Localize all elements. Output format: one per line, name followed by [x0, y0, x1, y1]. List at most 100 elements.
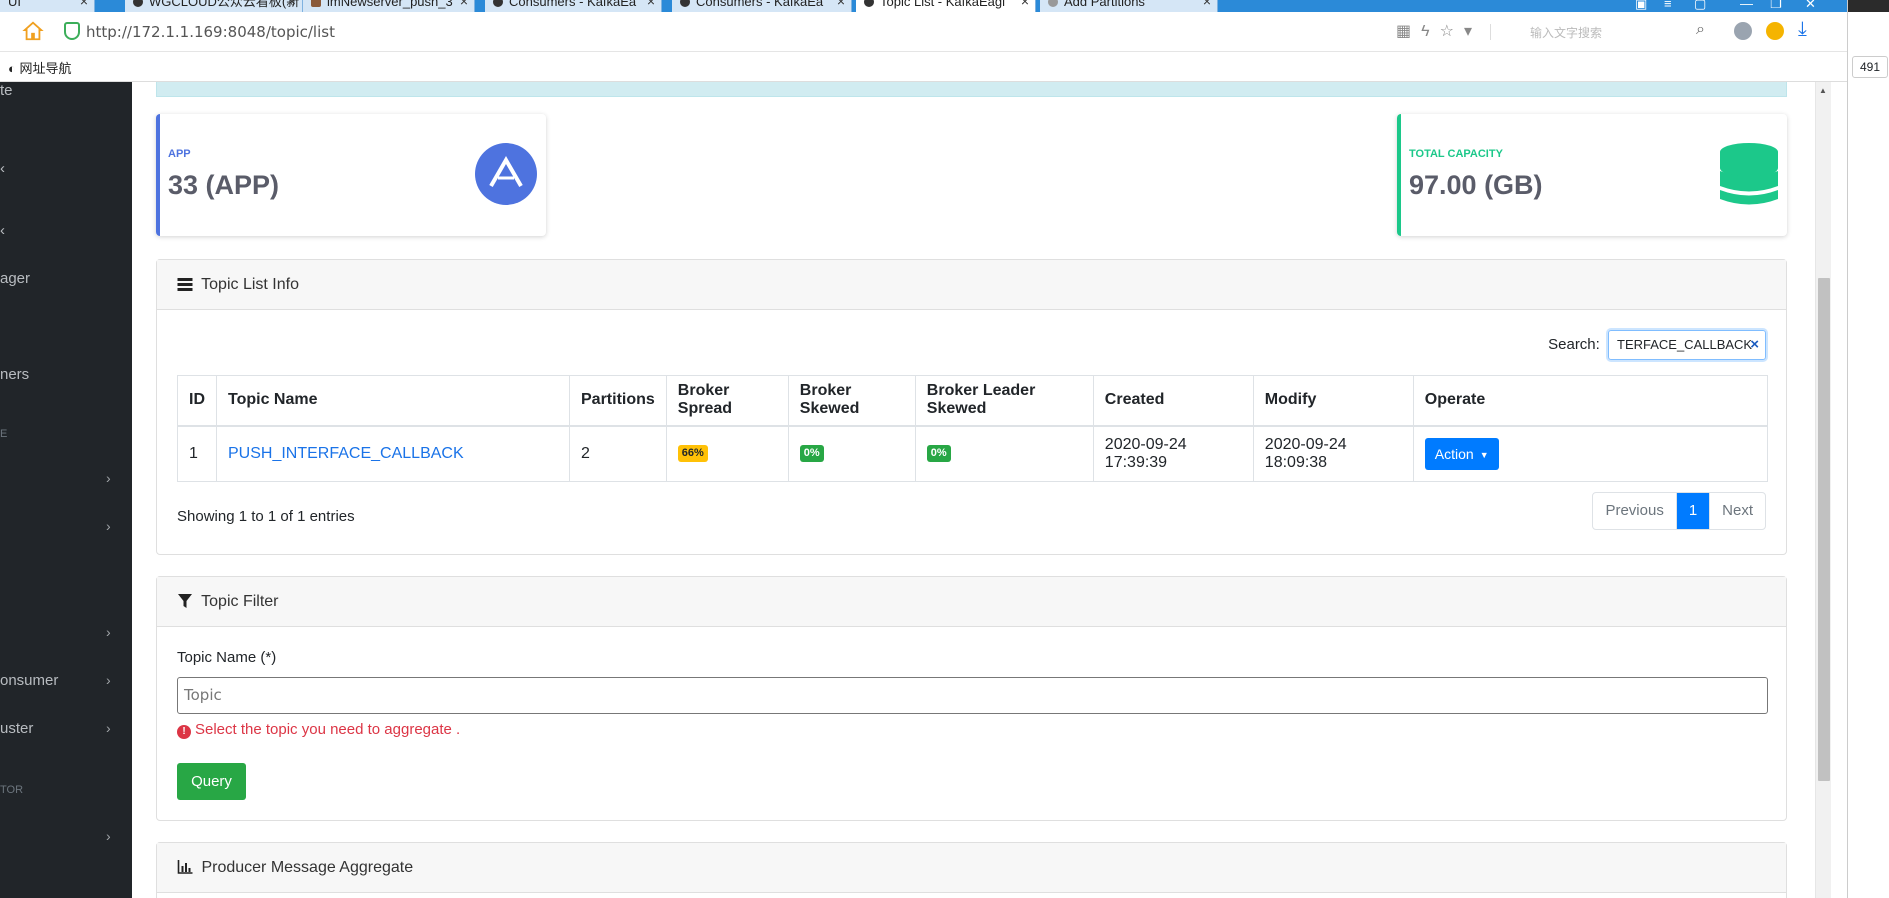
sidebar-item[interactable]: ager	[0, 270, 132, 287]
sidebar-item[interactable]: ners	[0, 366, 132, 383]
restore-icon[interactable]: ❐	[1770, 0, 1782, 12]
column-header[interactable]: Created	[1092, 375, 1254, 427]
sidebar-item[interactable]: te	[0, 82, 132, 99]
panel-header: Topic Filter	[157, 577, 1786, 627]
home-icon[interactable]	[22, 20, 44, 42]
column-header[interactable]: Topic Name	[216, 375, 570, 427]
topic-filter-panel: Topic Filter Topic Name (*) Topic ! Selec…	[156, 576, 1787, 821]
table-icon	[177, 278, 193, 291]
action-dropdown-button[interactable]: Action ▼	[1424, 437, 1499, 470]
sidebar-heading: TOR	[0, 784, 24, 796]
topic-input[interactable]: Topic	[177, 677, 1768, 714]
page-scrollbar[interactable]: ▲	[1815, 82, 1831, 898]
chevron-right-icon: ›	[106, 672, 111, 688]
database-icon	[1720, 143, 1778, 205]
close-icon[interactable]: ×	[80, 0, 88, 10]
count-badge: 491	[1852, 56, 1888, 78]
column-header[interactable]: Broker Spread	[665, 375, 789, 427]
column-header[interactable]: Broker Skewed	[787, 375, 916, 427]
clear-icon[interactable]: ×	[1750, 331, 1759, 359]
table-search: Search: TERFACE_CALLBACK ×	[1548, 330, 1766, 360]
sidebar-item-cluster[interactable]: uster ›	[0, 720, 132, 737]
close-icon[interactable]: ×	[460, 0, 468, 10]
page-1-button[interactable]: 1	[1676, 493, 1711, 529]
sidebar-item-consumer[interactable]: onsumer ›	[0, 672, 132, 689]
cell-modify: 2020-09-24 18:09:38	[1252, 425, 1414, 482]
chevron-right-icon: ›	[106, 624, 111, 640]
topic-link[interactable]: PUSH_INTERFACE_CALLBACK	[228, 445, 464, 462]
query-button[interactable]: Query	[177, 763, 246, 800]
site-favicon-icon	[1048, 0, 1058, 7]
window-close-icon[interactable]: ✕	[1805, 0, 1816, 12]
column-header[interactable]: ID	[177, 375, 217, 427]
url-field[interactable]: http://172.1.1.169:8048/topic/list	[86, 23, 335, 41]
stat-label: TOTAL CAPACITY	[1409, 148, 1503, 160]
side-panel-strip: 491	[1847, 0, 1889, 898]
topic-table: ID Topic Name Partitions Broker Spread B…	[177, 375, 1769, 482]
secure-shield-icon	[64, 22, 80, 40]
column-header[interactable]: Partitions	[569, 375, 667, 427]
browser-tab[interactable]: Add Partitions ×	[1040, 0, 1218, 12]
close-icon[interactable]: ×	[1203, 0, 1211, 10]
sidebar-heading: E	[0, 428, 8, 440]
column-header[interactable]: Broker Leader Skewed	[914, 375, 1094, 427]
status-badge: 0%	[926, 445, 951, 463]
browser-tab-active[interactable]: Topic List - KafkaEagl ×	[856, 0, 1036, 12]
column-header[interactable]: Modify	[1252, 375, 1414, 427]
site-favicon-icon	[493, 0, 503, 7]
pagination: Previous 1 Next	[1592, 492, 1766, 530]
chevron-left-icon: ‹	[0, 222, 5, 239]
table-info: Showing 1 to 1 of 1 entries	[177, 508, 355, 525]
chevron-left-icon: ‹	[0, 160, 5, 177]
status-badge: 0%	[799, 445, 824, 463]
extension-icon[interactable]	[1734, 22, 1752, 40]
scrollbar-thumb[interactable]	[1818, 278, 1830, 781]
table-row: 1 PUSH_INTERFACE_CALLBACK 2 66% 0% 0% 20…	[177, 425, 1769, 482]
chevron-right-icon: ›	[106, 518, 111, 534]
stat-value: 33 (APP)	[168, 170, 280, 200]
browser-tab[interactable]: WGCLOUD公众云看板(新 ×	[125, 0, 303, 12]
globe-icon: ◐	[8, 61, 16, 76]
browser-tab[interactable]: Consumers - KafkaEa ×	[485, 0, 662, 12]
cell-broker-leader-skewed: 0%	[914, 425, 1094, 482]
qr-code-icon[interactable]: ▦	[1396, 23, 1421, 40]
sidebar-item[interactable]: ‹	[0, 160, 132, 177]
window-pin-icon[interactable]: ▣	[1635, 0, 1647, 12]
close-icon[interactable]: ×	[288, 0, 296, 10]
lightning-icon[interactable]: ϟ	[1421, 23, 1439, 40]
exclamation-icon: !	[177, 725, 191, 739]
skin-icon[interactable]: ▢	[1694, 0, 1706, 12]
panel-title: Topic List Info	[201, 276, 299, 293]
chat-icon[interactable]	[1766, 22, 1784, 40]
sidebar-item[interactable]: ‹	[0, 222, 132, 239]
browser-tab[interactable]: UI ×	[0, 0, 95, 12]
sidebar: te ‹ ‹ ager ners E › › › onsumer › uster ›…	[0, 82, 132, 898]
browser-tab[interactable]: Consumers - KafkaEa ×	[672, 0, 852, 12]
capacity-stat-card: TOTAL CAPACITY 97.00 (GB)	[1397, 114, 1787, 236]
browser-tab[interactable]: imNewserver_push_3 ×	[303, 0, 475, 12]
search-icon[interactable]: ⌕	[1696, 21, 1705, 39]
next-page-button[interactable]: Next	[1710, 493, 1765, 529]
scroll-up-icon[interactable]: ▲	[1819, 86, 1827, 95]
chevron-down-icon[interactable]: ▾	[1464, 23, 1482, 40]
panel-header: Topic List Info	[157, 260, 1786, 310]
download-icon[interactable]: ⤓	[1798, 18, 1807, 41]
search-input[interactable]: TERFACE_CALLBACK ×	[1608, 330, 1766, 360]
bookmark-nav[interactable]: ◐ 网址导航	[8, 58, 72, 77]
star-icon[interactable]: ☆	[1440, 23, 1464, 40]
close-icon[interactable]: ×	[837, 0, 845, 10]
column-header: Operate	[1412, 375, 1769, 427]
cell-partitions: 2	[569, 425, 667, 482]
status-badge: 66%	[677, 445, 708, 463]
close-icon[interactable]: ×	[647, 0, 655, 10]
previous-page-button[interactable]: Previous	[1593, 493, 1677, 529]
close-icon[interactable]: ×	[1021, 0, 1029, 10]
minimize-icon[interactable]: —	[1740, 0, 1753, 11]
browser-search-input[interactable]: 输入文字搜索	[1530, 24, 1602, 41]
producer-aggregate-panel: Producer Message Aggregate	[156, 842, 1787, 898]
site-favicon-icon	[680, 0, 690, 7]
cell-operate: Action ▼	[1412, 425, 1769, 482]
strip-header	[1848, 0, 1889, 12]
topic-list-panel: Topic List Info Search: TERFACE_CALLBACK…	[156, 259, 1787, 555]
menu-icon[interactable]: ≡	[1664, 0, 1672, 11]
